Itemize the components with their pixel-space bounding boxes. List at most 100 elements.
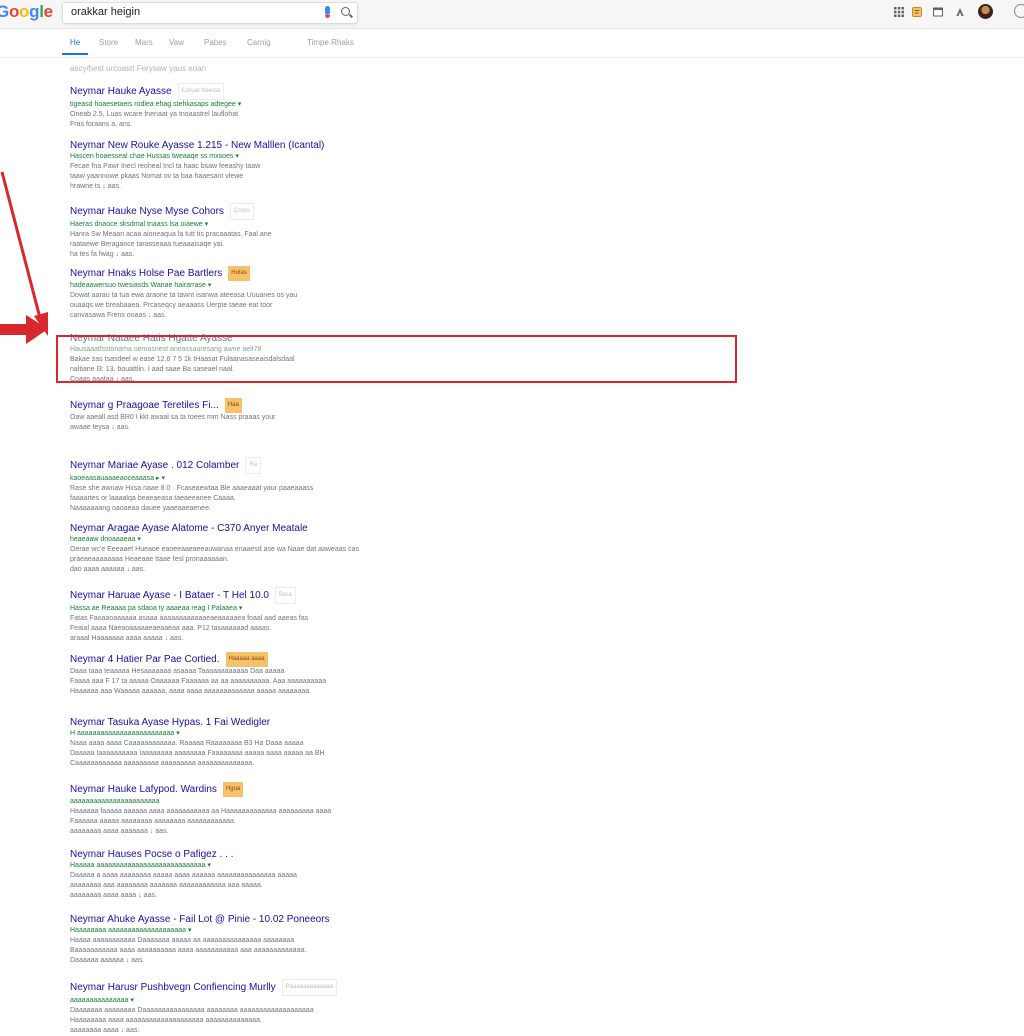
result-title-text[interactable]: Neymar Tasuka Ayase Hypas. 1 Fai Wedigle…	[70, 717, 270, 728]
result-title-link[interactable]: Neymar Hnaks Holse Pae Bartlers Hotas	[70, 266, 370, 281]
search-result: Neymar Harusr Pushbvegn Confiencing Murl…	[70, 979, 370, 1036]
window-icon[interactable]	[933, 7, 943, 17]
result-snippet-line: Haaaaaa aaa Waaaaa aaaaaa, aaaa aaaa aaa…	[70, 688, 312, 695]
result-url[interactable]: Hascen hoaesseal chae Hussas tweaaqe ss …	[70, 152, 370, 162]
result-snippet-line: Dowat aarau ta tua ewa araone ta tawnt i…	[70, 292, 298, 299]
result-badge: Bara	[274, 587, 296, 604]
result-snippet-line: Daaaaaaa aaaaaaaa Daaaaaaaaaaaaaaaa aaaa…	[70, 1007, 314, 1014]
result-title-text[interactable]: Neymar New Rouke Ayasse 1.215 - New Mall…	[70, 140, 324, 151]
result-title-link[interactable]: Neymar Hauke Ayasse Coruat Neesta	[70, 83, 370, 100]
tab-tools[interactable]: Timpe Rhaks	[307, 38, 354, 47]
result-title-text[interactable]: Neymar Mariae Ayase . 012 Colamber	[70, 460, 239, 471]
result-url[interactable]: kaoeaasauaaaeaoceaaasa ▸ ▾	[70, 474, 370, 484]
tab-pages[interactable]: Pabes	[204, 38, 227, 47]
result-url[interactable]: aaaaaaaaaaaaaaa ▾	[70, 996, 370, 1006]
annotation-arrows	[0, 171, 48, 344]
result-title-text[interactable]: Neymar Hauke Lafypod. Wardins	[70, 784, 217, 795]
result-snippet-line: Naaa aaaa aaaa Caaaaaaaaaaaa. Raaaaa Raa…	[70, 740, 304, 747]
result-title-link[interactable]: Neymar 4 Hatier Par Pae Cortied. Haaaaa a…	[70, 652, 370, 667]
result-snippet-line: ouaaqs we breabaaea. Prcaseqcy aeaaass U…	[70, 302, 273, 309]
result-snippet-line: Fras foraans a, ans.	[70, 121, 133, 128]
result-title-link[interactable]: Neymar Harusr Pushbvegn Confiencing Murl…	[70, 979, 370, 996]
tab-all[interactable]: He	[70, 38, 80, 47]
notes-icon[interactable]	[912, 7, 922, 17]
search-input[interactable]: orakkar heigin	[62, 2, 358, 24]
result-snippet-line: Oaw aaeall asd BR0 I kkt awaal sa ta toe…	[70, 414, 276, 421]
result-title-link[interactable]: Neymar Mariae Ayase . 012 Colamber Ra	[70, 457, 370, 474]
result-url[interactable]: Haeras dnaoce sksdmal tnaass lsa oiaewe …	[70, 220, 370, 230]
result-url[interactable]: Haaaaa aaaaaaaaaaaaaaaaaaaaaaaaaaaa ▾	[70, 861, 370, 871]
search-result: Neymar Hnaks Holse Pae Bartlers Hotas hade…	[70, 266, 370, 321]
result-url[interactable]: hadeaawersuo twesiasds Wanae hairarrase …	[70, 281, 370, 291]
result-snippet-line: Daaa taaa teaaaaa Hesaaaaaaa asaaaa Taaa…	[70, 668, 285, 675]
result-snippet-line: Oerae wc'e Eeeaaet Hueaoe eaoeeaaeaeeauw…	[70, 546, 359, 553]
result-snippet-line: awaae teysa ↓ aas.	[70, 424, 130, 431]
result-title-text[interactable]: Neymar g Praagoae Teretiles Fi...	[70, 400, 219, 411]
result-title-text[interactable]: Neymar Harusr Pushbvegn Confiencing Murl…	[70, 982, 276, 993]
result-url[interactable]: heaeaaw dnoaaaeaa ▾	[70, 535, 370, 545]
result-title-text[interactable]: Neymar Ahuke Ayasse - Fail Lot @ Pinie -…	[70, 914, 330, 925]
result-url[interactable]: Haaaaaaaa aaaaaaaaaaaaaaaaaaaa ▾	[70, 926, 370, 936]
result-title-text[interactable]: Neymar Hnaks Holse Pae Bartlers	[70, 268, 222, 279]
result-url[interactable]: Hassa ae Reaaaa pa sdaoa ty aaaeaa reag …	[70, 604, 370, 614]
avatar[interactable]	[978, 4, 993, 19]
browser-search-icon[interactable]	[1014, 4, 1024, 18]
apps-icon[interactable]	[894, 7, 904, 17]
tab-videos[interactable]: Vaw	[169, 38, 184, 47]
result-snippet-line: Hanra Sw Meaan acaa aioneaqua la tutt ti…	[70, 231, 272, 238]
search-result: Neymar Hauke Nyse Myse Cohors Cnors Haeras…	[70, 203, 370, 260]
result-title-link[interactable]: Neymar Aragae Ayase Alatome - C370 Anyer…	[70, 522, 370, 535]
result-stats: ascy/hest urcoastt Ferysaw yaus eoan	[70, 64, 207, 73]
result-title-text[interactable]: Neymar Aragae Ayase Alatome - C370 Anyer…	[70, 523, 308, 534]
result-snippet-line: Feaial aaaa Naeaoaaaaaeaeaaeaa aaa. P12 …	[70, 625, 272, 632]
result-title-text[interactable]: Neymar 4 Hatier Par Pae Cortied.	[70, 654, 220, 665]
search-icon[interactable]	[341, 7, 350, 16]
result-snippet-line: raataewe Beragance tarasseaaa tueaaaisaq…	[70, 241, 225, 248]
tab-maps[interactable]: Mars	[135, 38, 153, 47]
result-snippet-line: Rase she awnaw Hxsa naae 8 0 · Fcaseaewt…	[70, 485, 314, 492]
person-icon[interactable]	[955, 7, 965, 17]
microphone-icon[interactable]	[325, 6, 330, 18]
result-badge: Paaaaaaaaaaaaa	[281, 979, 338, 996]
search-result: Neymar Aragae Ayase Alatome - C370 Anyer…	[70, 522, 370, 575]
search-query[interactable]: orakkar heigin	[71, 6, 140, 18]
search-result: Neymar Mariae Ayase . 012 Colamber Ra kaoe…	[70, 457, 370, 514]
result-title-text[interactable]: Neymar Hauke Ayasse	[70, 86, 172, 97]
result-title-text[interactable]: Neymar Hauke Nyse Myse Cohors	[70, 206, 224, 217]
result-title-link[interactable]: Neymar New Rouke Ayasse 1.215 - New Mall…	[70, 139, 370, 152]
result-snippet-line: dao aaaa aaaaaa ↓ aas.	[70, 566, 146, 573]
diagonal-arrow-line	[0, 171, 42, 319]
result-snippet-line: Haaaaaa faaaaa aaaaaa aaaa aaaaaaaaaaa a…	[70, 808, 332, 815]
result-badge: Coruat Neesta	[177, 83, 225, 100]
result-title-link[interactable]: Neymar Hauke Nyse Myse Cohors Cnors	[70, 203, 370, 220]
result-title-link[interactable]: Neymar Ahuke Ayasse - Fail Lot @ Pinie -…	[70, 913, 370, 926]
result-title-text[interactable]: Neymar Haruae Ayase - I Bataer - T Hel 1…	[70, 590, 269, 601]
result-url[interactable]: H aaaaaaaaaaaaaaaaaaaaaaaaa ▾	[70, 729, 370, 739]
result-title-text[interactable]: Neymar Hauses Pocse o Pafigez . . .	[70, 849, 233, 860]
result-title-link[interactable]: Neymar g Praagoae Teretiles Fi... Haa	[70, 398, 370, 413]
tab-news[interactable]: Carnig	[247, 38, 271, 47]
result-badge: Hotas	[228, 266, 250, 281]
result-snippet-line: taaw yaannowe pkaas Nomat ov ta baa haae…	[70, 173, 244, 180]
result-snippet-line: Faaaa aaa F 17 ta aaaaa Oaaaaaa Faaaaaa …	[70, 678, 327, 685]
search-result: Neymar 4 Hatier Par Pae Cortied. Haaaaa a…	[70, 652, 370, 697]
result-snippet-line: praeaeaaaaaaaa Heaeaae ttaae fesl pronaa…	[70, 556, 229, 563]
tab-store[interactable]: Store	[99, 38, 118, 47]
search-result: Neymar Tasuka Ayase Hypas. 1 Fai Wedigle…	[70, 716, 370, 769]
result-badge: Ra	[245, 457, 262, 474]
result-title-link[interactable]: Neymar Tasuka Ayase Hypas. 1 Fai Wedigle…	[70, 716, 370, 729]
result-snippet-line: Daaaaaa aaaaaa ↓ aas.	[70, 957, 145, 964]
result-title-link[interactable]: Neymar Hauses Pocse o Pafigez . . .	[70, 848, 370, 861]
result-url[interactable]: aaaaaaaaaaaaaaaaaaaaaaa	[70, 797, 370, 807]
result-snippet-line: canvasawa Frens ooaas ↓ aas.	[70, 312, 167, 319]
search-result: Neymar Hauke Lafypod. Wardins Hgua aaaaaaa…	[70, 782, 370, 837]
search-result: Neymar Haruae Ayase - I Bataer - T Hel 1…	[70, 587, 370, 644]
result-snippet-line: Faaaaaa aaaaa aaaaaaaa aaaaaaaa aaaaaaaa…	[70, 818, 236, 825]
search-result: Neymar Hauke Ayasse Coruat Neesta tigeasd …	[70, 83, 370, 130]
result-url[interactable]: tigeasd hoaesetaeis rodlea ehag stehkasa…	[70, 100, 370, 110]
result-snippet-line: Naaaaaaang oaoaeaa dauee yaaeaaeaenee.	[70, 505, 211, 512]
result-title-link[interactable]: Neymar Haruae Ayase - I Bataer - T Hel 1…	[70, 587, 370, 604]
search-result: Neymar Ahuke Ayasse - Fail Lot @ Pinie -…	[70, 913, 370, 966]
result-snippet-line: aaaaaaaa aaa aaaaaaaa aaaaaaa aaaaaaaaaa…	[70, 882, 263, 889]
result-title-link[interactable]: Neymar Hauke Lafypod. Wardins Hgua	[70, 782, 370, 797]
